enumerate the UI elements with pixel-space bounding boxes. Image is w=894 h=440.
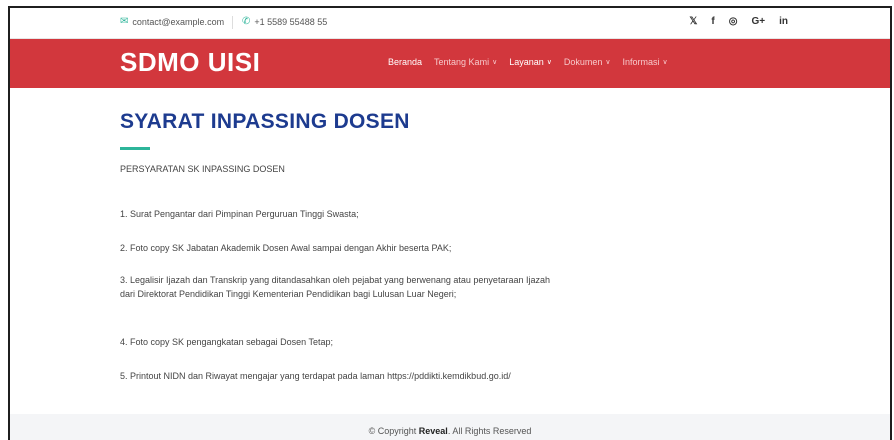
nav-label: Informasi (622, 57, 660, 67)
nav-label: Tentang Kami (434, 57, 490, 67)
copyright-brand[interactable]: Reveal (419, 426, 448, 436)
nav-item-informasi[interactable]: Informasi ∨ (623, 57, 668, 67)
social-links: 𝕏 f ◎ G+ in (689, 16, 788, 27)
instagram-icon[interactable]: ◎ (729, 16, 738, 27)
title-underline (120, 147, 150, 150)
contact-email[interactable]: ✉ contact@example.com (120, 16, 225, 28)
google-plus-icon[interactable]: G+ (751, 16, 765, 27)
requirement-item: 4. Foto copy SK pengangkatan sebagai Dos… (120, 337, 333, 347)
nav-item-beranda[interactable]: Beranda (388, 57, 422, 67)
nav-label: Beranda (388, 57, 423, 67)
nav-label: Dokumen (563, 57, 603, 67)
browser-frame: ✉ contact@example.com ✆ +1 5589 55488 55… (8, 6, 892, 440)
contact-phone[interactable]: ✆ +1 5589 55488 55 (242, 16, 328, 28)
copyright-suffix: . All Rights Reserved (447, 426, 532, 436)
chevron-down-icon: ∨ (605, 59, 611, 66)
nav-item-layanan[interactable]: Layanan ∨ (509, 57, 552, 67)
chevron-down-icon: ∨ (492, 59, 498, 66)
site-footer: © Copyright Reveal. All Rights Reserved (10, 414, 890, 440)
phone-text: +1 5589 55488 55 (254, 17, 328, 27)
site-logo[interactable]: SDMO UISI (120, 47, 260, 78)
requirement-item: 1. Surat Pengantar dari Pimpinan Perguru… (120, 209, 359, 219)
nav-item-tentang-kami[interactable]: Tentang Kami ∨ (434, 57, 497, 67)
requirement-item: 3. Legalisir Ijazah dan Transkrip yang d… (120, 275, 550, 299)
nav-item-dokumen[interactable]: Dokumen ∨ (564, 57, 611, 67)
email-text: contact@example.com (132, 17, 225, 27)
envelope-icon: ✉ (120, 16, 129, 27)
divider (232, 16, 233, 29)
chevron-down-icon: ∨ (546, 59, 552, 66)
linkedin-icon[interactable]: in (779, 16, 788, 27)
phone-icon: ✆ (242, 16, 251, 27)
site-header: SDMO UISI Beranda Tentang Kami ∨ Layanan… (10, 39, 890, 88)
requirement-item: 2. Foto copy SK Jabatan Akademik Dosen A… (120, 243, 452, 253)
section-subtitle: PERSYARATAN SK INPASSING DOSEN (120, 164, 285, 174)
page-title: SYARAT INPASSING DOSEN (120, 110, 410, 133)
requirement-item: 5. Printout NIDN dan Riwayat mengajar ya… (120, 371, 511, 381)
chevron-down-icon: ∨ (662, 59, 668, 66)
twitter-icon[interactable]: 𝕏 (689, 16, 697, 27)
nav-label: Layanan (509, 57, 544, 67)
copyright-prefix: © Copyright (368, 426, 419, 436)
main-content: SYARAT INPASSING DOSEN PERSYARATAN SK IN… (120, 110, 560, 381)
main-nav: Beranda Tentang Kami ∨ Layanan ∨ Dokumen… (388, 57, 668, 67)
top-bar: ✉ contact@example.com ✆ +1 5589 55488 55… (10, 8, 890, 39)
facebook-icon[interactable]: f (711, 16, 714, 27)
